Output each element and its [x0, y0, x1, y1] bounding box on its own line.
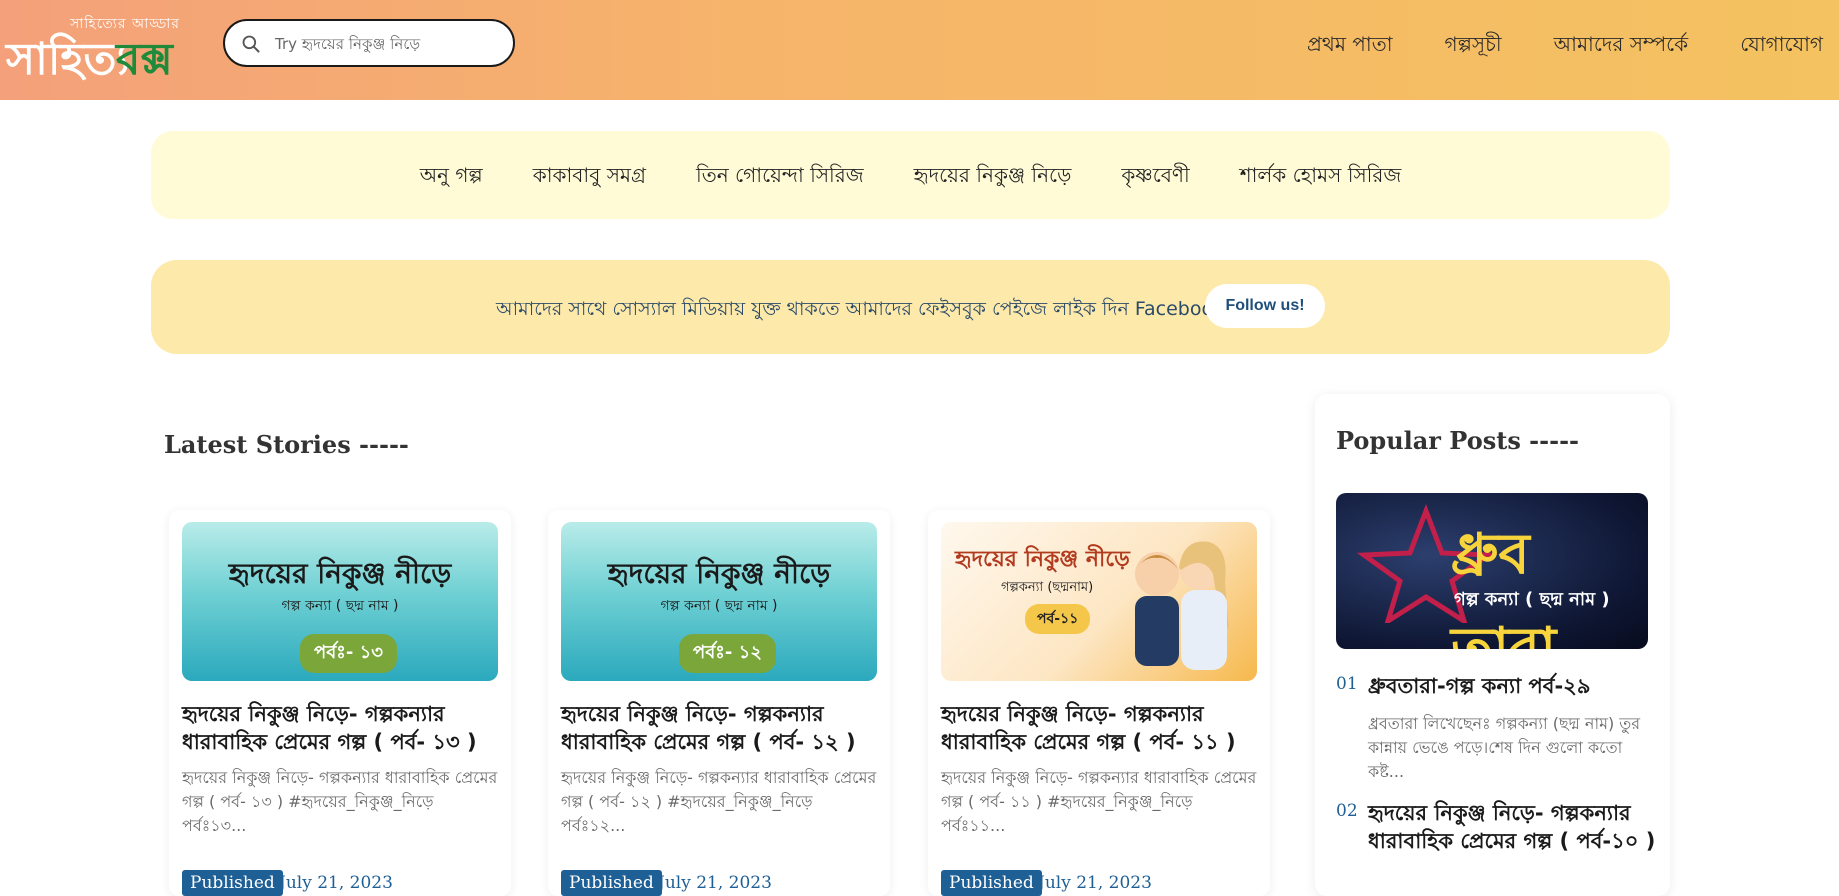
- search-input[interactable]: [273, 29, 505, 59]
- story-thumbnail[interactable]: হৃদয়ের নিকুঞ্জ নীড়ে গল্প কন্যা ( ছদ্ম …: [561, 522, 877, 681]
- published-badge: Published: [182, 870, 283, 896]
- nav-contact[interactable]: যোগাযোগ: [1740, 30, 1823, 63]
- popular-post-title[interactable]: ধ্রুবতারা-গল্প কন্যা পর্ব-২৯: [1368, 672, 1658, 700]
- nav-about[interactable]: আমাদের সম্পর্কে: [1554, 30, 1689, 63]
- story-excerpt: হৃদয়ের নিকুঞ্জ নিড়ে- গল্পকন্যার ধারাবা…: [182, 768, 498, 835]
- category-link-krishnobeni[interactable]: কৃষ্ণবেণী: [1121, 161, 1189, 194]
- category-link-tin-goyenda[interactable]: তিন গোয়েন্দা সিরিজ: [696, 161, 864, 194]
- story-title[interactable]: হৃদয়ের নিকুঞ্জ নিড়ে- গল্পকন্যার ধারাবা…: [182, 700, 498, 756]
- main-nav: প্রথম পাতা গল্পসূচী আমাদের সম্পর্কে যোগা…: [1307, 30, 1823, 63]
- publish-date[interactable]: July 21, 2023: [1038, 873, 1152, 893]
- thumbnail-title: হৃদয়ের নিকুঞ্জ নীড়ে: [607, 557, 831, 590]
- logo-text-primary: সাহিত্য: [6, 34, 130, 85]
- thumbnail-part: পর্বঃ- ১২: [679, 634, 776, 673]
- search-icon[interactable]: [241, 34, 261, 54]
- logo-text-secondary: বক্স: [116, 34, 173, 85]
- thumbnail-part: পর্বঃ- ১৩: [300, 634, 397, 673]
- published-badge: Published: [561, 870, 662, 896]
- category-link-sherlock[interactable]: শার্লক হোমস সিরিজ: [1240, 161, 1402, 194]
- follow-us-button[interactable]: Follow us!: [1205, 284, 1325, 328]
- thumbnail-title: হৃদয়ের নিকুঞ্জ নীড়ে: [228, 557, 452, 590]
- popular-banner-title: ধ্রুব তারা: [1451, 522, 1557, 649]
- thumbnail-author: গল্প কন্যা ( ছদ্ম নাম ): [281, 598, 399, 614]
- popular-post-excerpt: ধ্রবতারা লিখেছেনঃ গল্পকন্যা (ছদ্ম নাম) ত…: [1368, 714, 1641, 781]
- category-link-kakababu[interactable]: কাকাবাবু সমগ্র: [533, 161, 646, 194]
- category-link-onu-golpo[interactable]: অনু গল্প: [420, 161, 483, 194]
- thumbnail-part: পর্ব-১১: [1025, 604, 1091, 634]
- site-header: সাহিত্যের আড্ডার সাহিত্য বক্স প্রথম পাতা…: [0, 0, 1839, 100]
- story-card[interactable]: হৃদয়ের নিকুঞ্জ নীড়ে গল্প কন্যা ( ছদ্ম …: [169, 510, 511, 896]
- story-title[interactable]: হৃদয়ের নিকুঞ্জ নিড়ে- গল্পকন্যার ধারাবা…: [561, 700, 877, 756]
- popular-banner-image[interactable]: ধ্রুব তারা গল্প কন্যা ( ছদ্ম নাম ): [1336, 493, 1648, 649]
- nav-story-list[interactable]: গল্পসূচী: [1445, 30, 1502, 63]
- story-excerpt: হৃদয়ের নিকুঞ্জ নিড়ে- গল্পকন্যার ধারাবা…: [561, 768, 877, 835]
- site-logo[interactable]: সাহিত্যের আড্ডার সাহিত্য বক্স: [6, 10, 181, 85]
- popular-banner-author: গল্প কন্যা ( ছদ্ম নাম ): [1454, 589, 1610, 610]
- publish-date[interactable]: July 21, 2023: [279, 873, 393, 893]
- popular-posts-sidebar: Popular Posts ----- ধ্রুব তারা গল্প কন্য…: [1315, 394, 1670, 896]
- follow-text: আমাদের সাথে সোস্যাল মিডিয়ায় যুক্ত থাকত…: [496, 298, 1225, 320]
- popular-posts-heading: Popular Posts -----: [1336, 426, 1579, 455]
- story-excerpt: হৃদয়ের নিকুঞ্জ নিড়ে- গল্পকন্যার ধারাবা…: [941, 768, 1257, 835]
- popular-post-title[interactable]: হৃদয়ের নিকুঞ্জ নিড়ে- গল্পকন্যার ধারাবা…: [1368, 799, 1658, 855]
- follow-banner: আমাদের সাথে সোস্যাল মিডিয়ায় যুক্ত থাকত…: [151, 260, 1670, 354]
- children-illustration: [1135, 541, 1229, 670]
- story-card[interactable]: হৃদয়ের নিকুঞ্জ নীড়ে গল্পকন্যা (ছদ্মনাম…: [928, 510, 1270, 896]
- nav-home[interactable]: প্রথম পাতা: [1307, 30, 1393, 63]
- story-thumbnail[interactable]: হৃদয়ের নিকুঞ্জ নীড়ে গল্পকন্যা (ছদ্মনাম…: [941, 522, 1257, 681]
- latest-stories-heading: Latest Stories -----: [164, 430, 409, 459]
- story-thumbnail[interactable]: হৃদয়ের নিকুঞ্জ নীড়ে গল্প কন্যা ( ছদ্ম …: [182, 522, 498, 681]
- category-link-hridoyer-nikunjo[interactable]: হৃদয়ের নিকুঞ্জ নিড়ে: [914, 161, 1072, 194]
- search-box: [223, 19, 515, 67]
- popular-post-number: 01: [1336, 674, 1358, 694]
- story-card[interactable]: হৃদয়ের নিকুঞ্জ নীড়ে গল্প কন্যা ( ছদ্ম …: [548, 510, 890, 896]
- thumbnail-author: গল্প কন্যা ( ছদ্ম নাম ): [660, 598, 778, 614]
- published-badge: Published: [941, 870, 1042, 896]
- category-bar: অনু গল্প কাকাবাবু সমগ্র তিন গোয়েন্দা সি…: [151, 131, 1670, 219]
- story-title[interactable]: হৃদয়ের নিকুঞ্জ নিড়ে- গল্পকন্যার ধারাবা…: [941, 700, 1257, 756]
- popular-post-number: 02: [1336, 801, 1358, 821]
- publish-date[interactable]: July 21, 2023: [658, 873, 772, 893]
